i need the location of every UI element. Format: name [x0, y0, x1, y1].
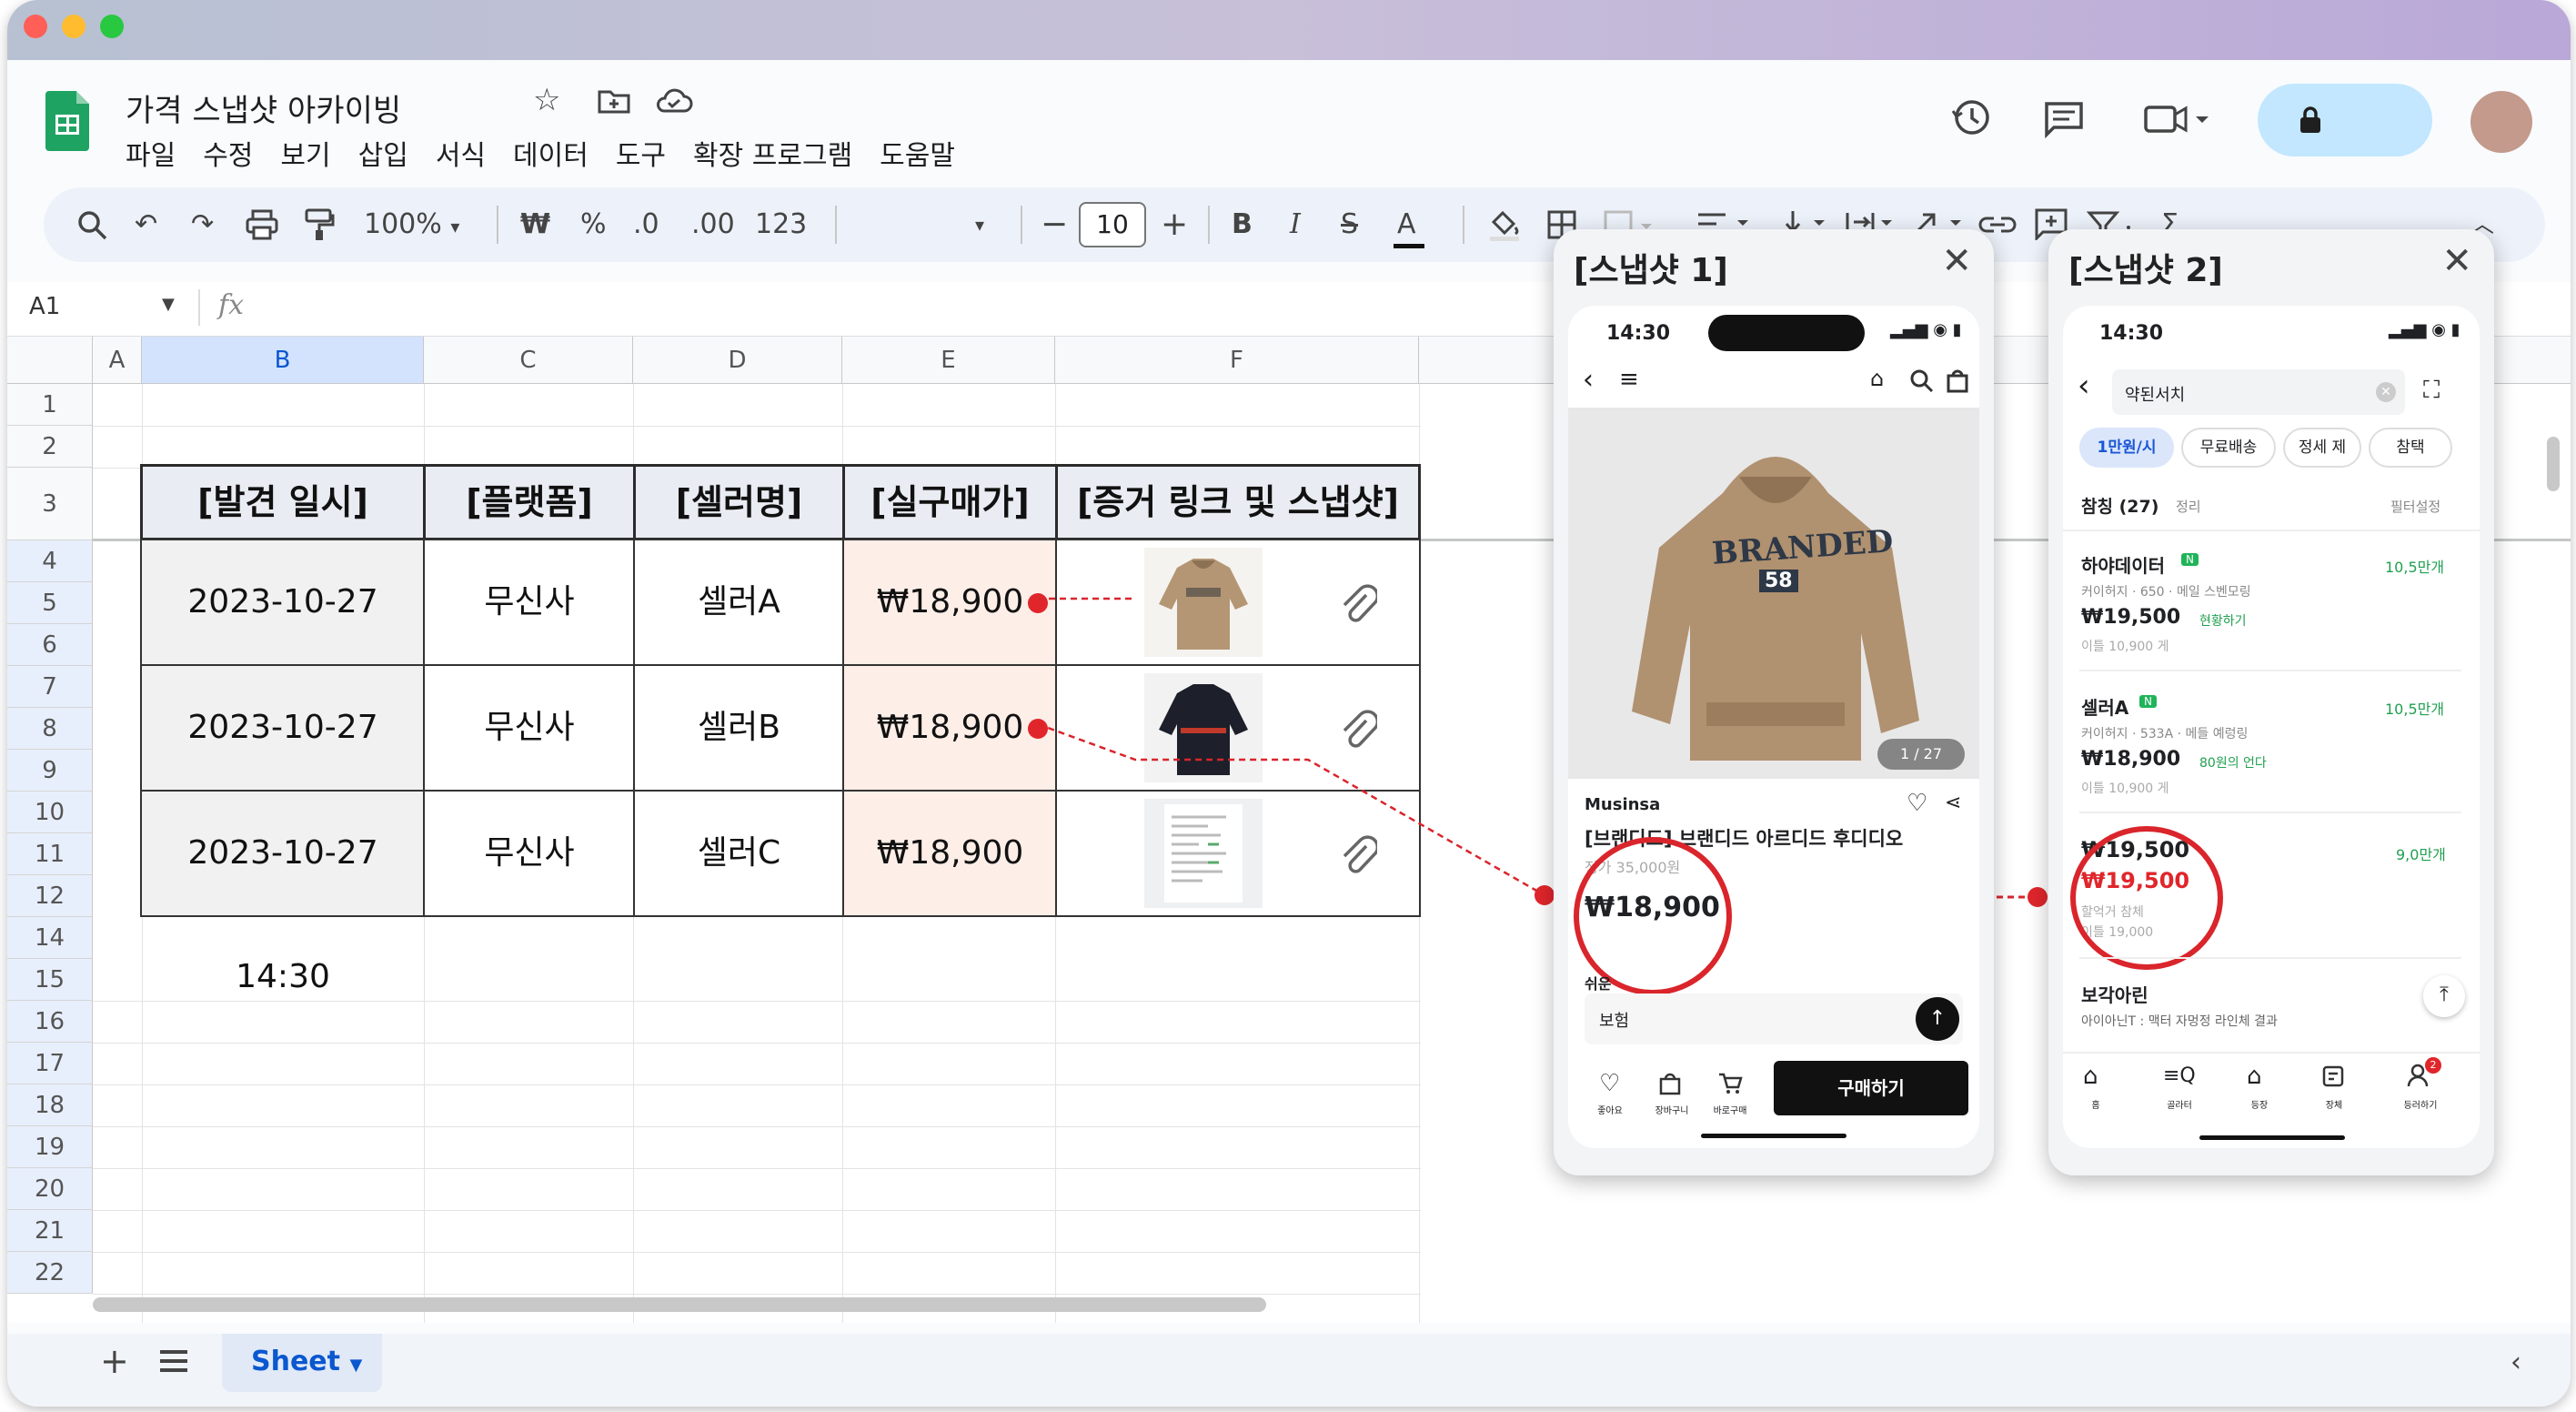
home-nav-label: 홈	[2091, 1101, 2100, 1111]
dynamic-island	[1708, 315, 1865, 351]
search-value: 약된서치	[2125, 386, 2186, 405]
browser-window: 가격 스냅샷 아카이빙 ☆ 파일 수정 보기 삽입 서식 데이터 도구 확장 프…	[7, 0, 2571, 1407]
item-sub: 이틀 10,900 게	[2081, 640, 2169, 654]
item-price: ₩19,500	[2081, 606, 2181, 629]
my-page-nav-label: 등러하기	[2403, 1101, 2438, 1111]
orders-nav-label: 장체	[2325, 1101, 2343, 1111]
back-icon[interactable]: ‹	[1583, 364, 1594, 396]
hamburger-menu-icon[interactable]: ≡	[1619, 366, 1639, 393]
submit-arrow-icon[interactable]: ↑	[1916, 997, 1959, 1041]
store-nav-label: 등장	[2250, 1101, 2269, 1111]
delivery-count: 10,5만개	[2385, 701, 2445, 718]
clear-search-icon[interactable]: ✕	[2376, 382, 2396, 402]
status-icons: ▂▄▆ ◉ ▮	[2389, 320, 2460, 339]
screen: 가격 스냅샷 아카이빙 ☆ 파일 수정 보기 삽입 서식 데이터 도구 확장 프…	[0, 0, 2576, 1412]
delivery-count: 9,0만개	[2396, 846, 2446, 863]
seller-badge: N	[2139, 695, 2157, 708]
filter-settings[interactable]: 필터설정	[2390, 497, 2440, 516]
home-nav-icon[interactable]: ⌂	[2083, 1063, 2098, 1090]
heart-icon[interactable]: ♡	[1907, 790, 1927, 817]
image-counter: 1 / 27	[1877, 739, 1965, 770]
highlight-circle	[2070, 826, 2223, 970]
seller-badge: N	[2181, 553, 2199, 566]
orders-nav-icon[interactable]	[2321, 1064, 2345, 1088]
browse-nav-icon[interactable]: ≡Q	[2163, 1064, 2196, 1087]
hoodie-print-number: 58	[1759, 570, 1798, 592]
bottom-nav: ⌂ 홈 ≡Q 골라터 ⌂ 등장 장체 2 등러하기	[2063, 1052, 2480, 1148]
phone-screen: 14:30 ▂▄▆ ◉ ▮ ‹ ≡ ⌂ BRANDED 58 1 / 27 Mu…	[1568, 306, 1979, 1148]
status-time: 14:30	[1606, 322, 1671, 345]
share-icon[interactable]: ⋖	[1945, 792, 1961, 814]
close-icon[interactable]: ✕	[2441, 240, 2472, 282]
hoodie-illustration	[1632, 457, 1919, 761]
snapshot-1-title: [스냅샷 1]	[1574, 252, 1728, 289]
snapshot-2-title: [스냅샷 2]	[2068, 252, 2223, 289]
seller-name[interactable]: 하야데이터	[2081, 551, 2165, 578]
sort-dropdown[interactable]: 정리	[2176, 497, 2201, 516]
input-field[interactable]: 보험 ↑	[1585, 993, 1963, 1044]
search-icon[interactable]	[1910, 369, 1934, 393]
filter-chip[interactable]: 무료배송	[2181, 428, 2276, 468]
filter-chip[interactable]: 정세 제	[2283, 428, 2361, 468]
home-indicator	[1701, 1134, 1846, 1138]
seller-name[interactable]: 셀러A	[2081, 693, 2128, 720]
item-meta: 아이아닌T : 맥터 자멍정 라인체 결과	[2081, 1014, 2278, 1029]
delivery-count: 10,5만개	[2385, 559, 2445, 576]
cart-label: 장바구니	[1655, 1106, 1689, 1116]
status-icons: ▂▄▆ ◉ ▮	[1890, 320, 1962, 339]
snapshot-2-panel: [스냅샷 2] ✕ 14:30 ▂▄▆ ◉ ▮ ‹ 약된서치 ✕ ⛶ 1만원/시…	[2048, 229, 2494, 1175]
filter-chip-active[interactable]: 1만원/시	[2079, 428, 2174, 468]
section-label: 쉬운	[1585, 975, 1612, 993]
item-note: 현황하기	[2199, 614, 2247, 629]
filter-chip[interactable]: 참택	[2369, 428, 2452, 468]
scan-icon[interactable]: ⛶	[2423, 377, 2440, 405]
quick-buy-label: 바로구매	[1713, 1106, 1747, 1116]
notification-badge: 2	[2425, 1057, 2441, 1074]
item-price: ₩18,900	[2081, 748, 2181, 771]
result-count: 참칭 (27)	[2081, 497, 2159, 517]
home-icon[interactable]: ⌂	[1870, 366, 1884, 391]
buy-button[interactable]: 구매하기	[1774, 1061, 1968, 1115]
item-sub: 이틀 10,900 게	[2081, 782, 2169, 796]
cart-bag-icon[interactable]	[1659, 1072, 1681, 1095]
scroll-to-top-icon[interactable]: ⤒	[2423, 975, 2465, 1017]
snapshot-1-panel: [스냅샷 1] ✕ 14:30 ▂▄▆ ◉ ▮ ‹ ≡ ⌂ BRANDED 58…	[1554, 229, 1994, 1175]
close-icon[interactable]: ✕	[1941, 240, 1972, 282]
item-meta: 커이허지 · 650 · 메일 스벤모링	[2081, 585, 2251, 600]
store-nav-icon[interactable]: ⌂	[2247, 1063, 2262, 1090]
product-image[interactable]: BRANDED 58 1 / 27	[1568, 408, 1979, 779]
shopping-bag-icon[interactable]	[1947, 368, 1968, 393]
like-icon[interactable]: ♡	[1599, 1070, 1620, 1097]
seller-name[interactable]: 보각아린	[2081, 981, 2148, 1007]
browse-nav-label: 골라터	[2167, 1101, 2192, 1111]
item-note: 80원의 언다	[2199, 756, 2267, 771]
brand-name[interactable]: Musinsa	[1585, 795, 1660, 814]
quick-buy-cart-icon[interactable]	[1717, 1072, 1743, 1095]
phone-screen: 14:30 ▂▄▆ ◉ ▮ ‹ 약된서치 ✕ ⛶ 1만원/시 무료배송 정세 제…	[2063, 306, 2480, 1148]
input-value: 보험	[1599, 1012, 1630, 1031]
like-label: 좋아요	[1597, 1106, 1623, 1116]
search-input[interactable]: 약된서치 ✕	[2112, 369, 2405, 415]
home-indicator	[2199, 1135, 2345, 1140]
status-time: 14:30	[2099, 322, 2164, 345]
back-icon[interactable]: ‹	[2078, 368, 2090, 404]
item-meta: 커이허지 · 533A · 메들 예렁링	[2081, 727, 2249, 741]
